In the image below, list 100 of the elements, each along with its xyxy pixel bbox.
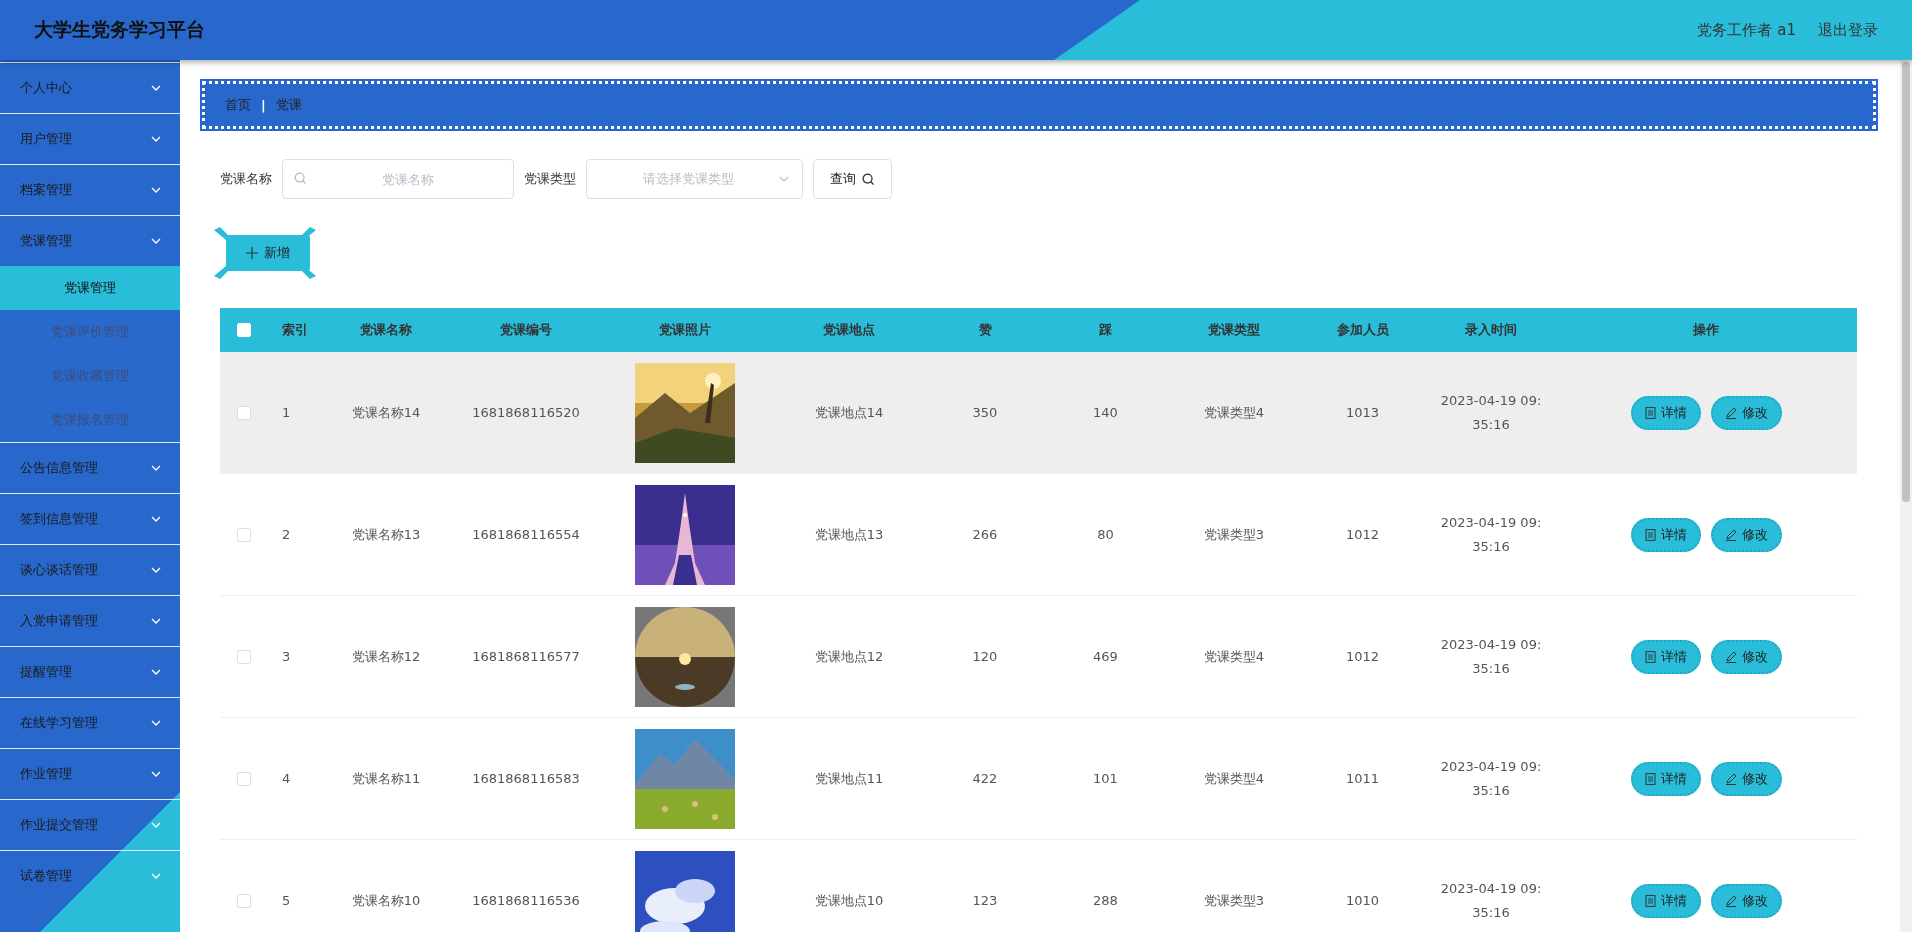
pencil-icon: [1724, 406, 1737, 419]
table-cell-text: 党课类型3: [1202, 525, 1266, 544]
pencil-icon: [1724, 528, 1737, 541]
sidebar-item[interactable]: 公告信息管理: [0, 442, 180, 493]
table-cell-text: 3: [281, 649, 292, 664]
table-cell-text: 党课名称12: [350, 647, 422, 666]
detail-button[interactable]: 详情: [1630, 639, 1701, 674]
table-cell-text: 2023-04-19 09:35:16: [1439, 879, 1543, 922]
row-checkbox[interactable]: [237, 527, 251, 542]
breadcrumb-separator: |: [261, 97, 266, 113]
edit-button[interactable]: 修改: [1710, 883, 1782, 918]
table-cell-text: 党课地点14: [813, 403, 885, 422]
sidebar-item[interactable]: 提醒管理: [0, 646, 180, 697]
row-checkbox[interactable]: [237, 771, 251, 786]
table-cell-text: 党课名称11: [350, 769, 422, 788]
table-cell-text: 党课名称10: [350, 891, 422, 910]
column-header: 党课类型: [1207, 321, 1261, 339]
sidebar-item[interactable]: 作业提交管理: [0, 799, 180, 850]
name-search-field[interactable]: 党课名称: [282, 159, 514, 199]
table-cell-text: 2023-04-19 09:35:16: [1439, 391, 1543, 434]
sidebar-item[interactable]: 谈心谈话管理: [0, 544, 180, 595]
sidebar-item-label: 作业管理: [20, 765, 73, 783]
document-icon: [1644, 650, 1656, 663]
sidebar-item[interactable]: 作业管理: [0, 748, 180, 799]
row-checkbox[interactable]: [237, 405, 251, 420]
sidebar-item[interactable]: 个人中心: [0, 62, 180, 113]
field-label: 党课类型: [524, 170, 576, 188]
table-cell-text: 1681868116583: [471, 771, 581, 786]
table-cell-text: 120: [971, 649, 999, 664]
sidebar-item-label: 用户管理: [20, 130, 73, 148]
table-cell-text: 422: [971, 771, 999, 786]
table-cell-text: 1012: [1344, 649, 1381, 664]
table-cell-text: 4: [281, 771, 292, 786]
table-cell-text: 288: [1092, 893, 1119, 908]
table-cell-text: 党课名称14: [350, 403, 422, 422]
table-cell-text: 101: [1092, 771, 1119, 786]
sidebar-subitem[interactable]: 党课管理: [0, 266, 180, 310]
table-cell-text: 123: [971, 893, 999, 908]
document-icon: [1644, 894, 1656, 907]
user-name: 党务工作者 a1: [1697, 20, 1796, 40]
table-cell-text: 80: [1096, 527, 1115, 542]
plus-icon: [246, 247, 258, 259]
edit-button[interactable]: 修改: [1710, 639, 1782, 674]
table-cell-text: 1681868116520: [471, 405, 581, 420]
add-button[interactable]: 新增: [214, 227, 316, 279]
table-cell-text: 1681868116554: [471, 527, 581, 542]
table-cell-text: 2: [281, 527, 292, 542]
scrollbar-thumb[interactable]: [1902, 62, 1910, 502]
sidebar-item-label: 个人中心: [20, 79, 73, 97]
table-cell-text: 党课地点10: [813, 891, 885, 910]
logout-link[interactable]: 退出登录: [1818, 20, 1878, 40]
table-cell-text: 1012: [1344, 527, 1381, 542]
sidebar-item-label: 在线学习管理: [20, 714, 99, 732]
sidebar-item-label: 党课管理: [20, 232, 73, 250]
column-header: 录入时间: [1464, 321, 1518, 339]
detail-button[interactable]: 详情: [1630, 395, 1701, 430]
table-cell-text: 党课名称13: [350, 525, 422, 544]
sidebar-item[interactable]: 签到信息管理: [0, 493, 180, 544]
document-icon: [1644, 772, 1656, 785]
row-checkbox[interactable]: [237, 893, 251, 908]
column-header: 索引: [281, 321, 309, 339]
detail-button[interactable]: 详情: [1630, 761, 1701, 796]
breadcrumb-item[interactable]: 党课: [275, 96, 302, 114]
sidebar-item[interactable]: 试卷管理: [0, 850, 180, 901]
pencil-icon: [1724, 894, 1737, 907]
row-checkbox[interactable]: [237, 649, 251, 664]
table-cell-text: 党课类型4: [1202, 647, 1266, 666]
select-all-checkbox[interactable]: [237, 323, 251, 337]
type-select[interactable]: 请选择党课类型: [586, 159, 803, 199]
column-header: 党课照片: [657, 321, 712, 339]
table-cell-text: 1010: [1344, 893, 1381, 908]
table-cell-text: 1011: [1344, 771, 1381, 786]
search-icon: [862, 172, 875, 186]
table-cell-text: 1013: [1344, 405, 1381, 420]
edit-button[interactable]: 修改: [1710, 517, 1782, 552]
sidebar-item-label: 公告信息管理: [20, 459, 99, 477]
column-header: 党课地点: [822, 321, 876, 339]
sidebar-item[interactable]: 用户管理: [0, 113, 180, 164]
detail-button[interactable]: 详情: [1630, 517, 1701, 552]
column-header: 操作: [1692, 321, 1720, 339]
table-cell-text: 党课地点12: [813, 647, 885, 666]
table-cell-text: 469: [1092, 649, 1119, 664]
detail-button[interactable]: 详情: [1630, 883, 1701, 918]
table-cell-text: 1681868116577: [471, 649, 581, 664]
sidebar-item[interactable]: 入党申请管理: [0, 595, 180, 646]
table-cell-text: 党课地点11: [813, 769, 885, 788]
table-cell-text: 5: [281, 893, 292, 908]
column-header: 参加人员: [1335, 321, 1390, 339]
pencil-icon: [1724, 772, 1737, 785]
edit-button[interactable]: 修改: [1710, 761, 1782, 796]
breadcrumb-item[interactable]: 首页: [225, 96, 251, 114]
column-header: 党课编号: [499, 321, 553, 339]
sidebar-item[interactable]: 在线学习管理: [0, 697, 180, 748]
scrollbar[interactable]: [1900, 60, 1912, 932]
table-cell-text: 党课类型3: [1202, 891, 1266, 910]
edit-button[interactable]: 修改: [1710, 395, 1782, 430]
sidebar-item[interactable]: 档案管理: [0, 164, 180, 215]
query-button[interactable]: 查询: [813, 159, 892, 199]
column-header: 赞: [977, 321, 993, 339]
sidebar-item-label: 试卷管理: [20, 867, 73, 885]
